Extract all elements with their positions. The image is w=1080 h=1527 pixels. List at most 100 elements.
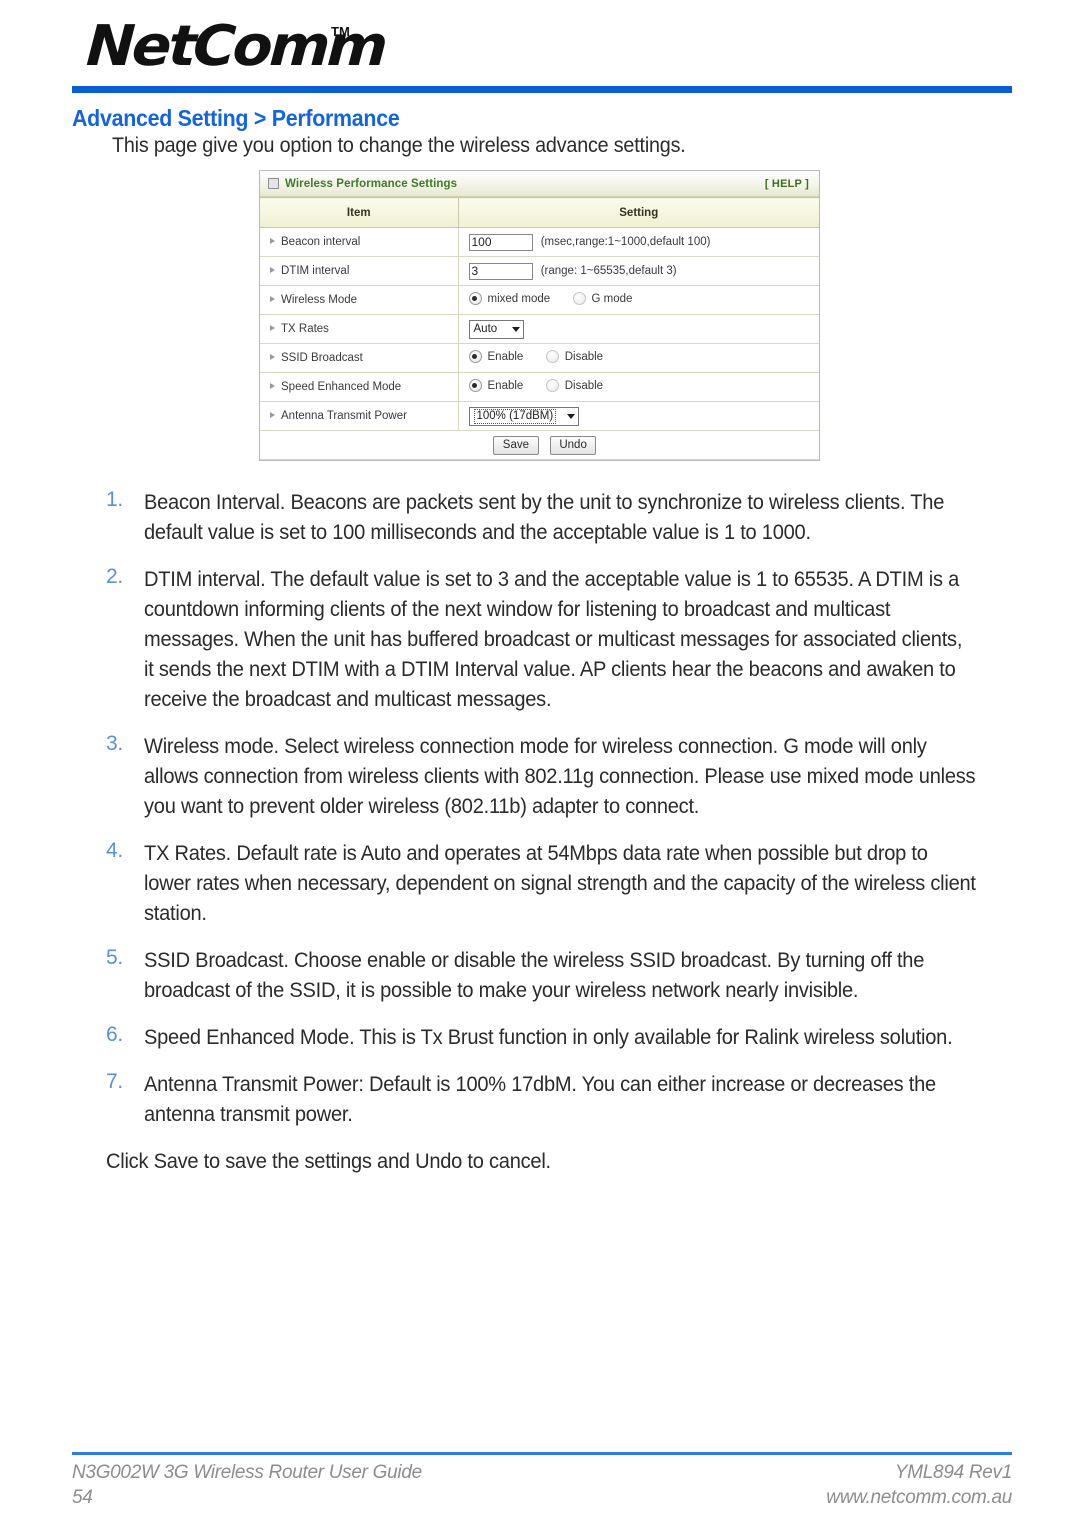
antenna-selected-value: 100% (17dBM) bbox=[473, 408, 557, 424]
page-title: Advanced Setting > Performance bbox=[72, 105, 400, 131]
row-label: Beacon interval bbox=[281, 236, 361, 248]
list-item: 3. Wireless mode. Select wireless connec… bbox=[106, 732, 1016, 822]
radio-option-g-mode[interactable]: G mode bbox=[572, 292, 633, 305]
wireless-performance-panel: Wireless Performance Settings [ HELP ] I… bbox=[259, 170, 820, 461]
row-value-cell: (range: 1~65535,default 3) bbox=[458, 256, 819, 286]
radio-option-speed-disable[interactable]: Disable bbox=[545, 379, 604, 392]
radio-option-mixed-mode[interactable]: mixed mode bbox=[468, 292, 550, 305]
logo-wordmark: NetComm bbox=[84, 14, 387, 79]
row-label-cell: Beacon interval bbox=[260, 227, 459, 257]
list-item-text: Beacon Interval. Beacons are packets sen… bbox=[144, 491, 945, 544]
row-value-cell: Auto bbox=[458, 314, 819, 344]
bullet-triangle-icon bbox=[270, 354, 275, 360]
list-item-text: Antenna Transmit Power: Default is 100% … bbox=[144, 1073, 936, 1126]
list-item: 7. Antenna Transmit Power: Default is 10… bbox=[106, 1070, 1016, 1130]
trademark-symbol: TM bbox=[331, 24, 350, 39]
antenna-transmit-power-select[interactable]: 100% (17dBM) bbox=[468, 406, 579, 426]
chevron-down-icon bbox=[566, 413, 575, 419]
row-label: SSID Broadcast bbox=[281, 352, 363, 364]
radio-icon-selected[interactable] bbox=[468, 292, 482, 305]
row-value-cell: Enable Disable bbox=[458, 372, 819, 402]
footer-guide-title: N3G002W 3G Wireless Router User Guide bbox=[72, 1462, 422, 1483]
undo-button[interactable]: Undo bbox=[550, 435, 597, 455]
bullet-triangle-icon bbox=[270, 383, 275, 389]
column-header-setting: Setting bbox=[458, 197, 819, 228]
list-item: 5. SSID Broadcast. Choose enable or disa… bbox=[106, 946, 1016, 1006]
footer-website: www.netcomm.com.au bbox=[826, 1487, 1012, 1508]
row-label: DTIM interval bbox=[281, 265, 350, 277]
bullet-triangle-icon bbox=[270, 412, 275, 418]
radio-label: Disable bbox=[564, 379, 604, 392]
netcomm-logo: NetComm TM bbox=[85, 14, 388, 80]
row-value-cell: 100% (17dBM) bbox=[458, 401, 819, 431]
row-beacon-interval: Beacon interval (msec,range:1~1000,defau… bbox=[260, 227, 819, 257]
list-item-text: TX Rates. Default rate is Auto and opera… bbox=[144, 842, 976, 925]
row-label-cell: TX Rates bbox=[260, 314, 459, 344]
radio-label: Enable bbox=[487, 379, 524, 392]
row-ssid-broadcast: SSID Broadcast Enable Disable bbox=[260, 343, 819, 373]
footer-page-number: 54 bbox=[72, 1487, 93, 1508]
panel-titlebar-left: Wireless Performance Settings bbox=[268, 178, 457, 190]
row-wireless-mode: Wireless Mode mixed mode G mode bbox=[260, 285, 819, 315]
radio-label: G mode bbox=[591, 292, 633, 305]
list-item-text: SSID Broadcast. Choose enable or disable… bbox=[144, 949, 925, 1002]
row-value-cell: mixed mode G mode bbox=[458, 285, 819, 315]
page-root: NetComm TM Advanced Setting > Performanc… bbox=[0, 0, 1080, 1527]
footer-divider bbox=[72, 1452, 1012, 1455]
radio-icon-unselected[interactable] bbox=[545, 379, 559, 392]
radio-option-ssid-enable[interactable]: Enable bbox=[468, 350, 524, 363]
radio-label: Enable bbox=[487, 350, 524, 363]
help-link[interactable]: [ HELP ] bbox=[765, 178, 809, 190]
list-item-text: DTIM interval. The default value is set … bbox=[144, 568, 963, 711]
footer-left: N3G002W 3G Wireless Router User Guide 54 bbox=[72, 1460, 422, 1510]
radio-icon-unselected[interactable] bbox=[572, 292, 586, 305]
bullet-triangle-icon bbox=[270, 238, 275, 244]
row-antenna-transmit-power: Antenna Transmit Power 100% (17dBM) bbox=[260, 401, 819, 431]
dtim-interval-hint: (range: 1~65535,default 3) bbox=[540, 265, 677, 277]
window-icon bbox=[268, 178, 279, 189]
bullet-triangle-icon bbox=[270, 267, 275, 273]
row-label: Wireless Mode bbox=[281, 294, 358, 306]
list-item: 2. DTIM interval. The default value is s… bbox=[106, 565, 1016, 715]
settings-table: Item Setting Beacon interval (msec,range… bbox=[260, 197, 819, 460]
list-item: 1. Beacon Interval. Beacons are packets … bbox=[106, 488, 1016, 548]
settings-table-header-row: Item Setting bbox=[260, 197, 819, 228]
save-button[interactable]: Save bbox=[492, 435, 539, 455]
tx-rates-selected-value: Auto bbox=[473, 323, 498, 335]
radio-icon-selected[interactable] bbox=[468, 379, 482, 392]
dtim-interval-input[interactable] bbox=[468, 262, 533, 280]
list-item-number: 4. bbox=[106, 839, 123, 862]
beacon-interval-input[interactable] bbox=[468, 233, 533, 251]
page-footer: N3G002W 3G Wireless Router User Guide 54… bbox=[72, 1460, 1012, 1510]
radio-icon-selected[interactable] bbox=[468, 350, 482, 363]
header-divider bbox=[72, 86, 1012, 93]
footer-revision: YML894 Rev1 bbox=[894, 1462, 1012, 1483]
list-item-text: Speed Enhanced Mode. This is Tx Brust fu… bbox=[144, 1026, 953, 1049]
row-value-cell: (msec,range:1~1000,default 100) bbox=[458, 227, 819, 257]
button-row-cell: Save Undo bbox=[260, 430, 819, 460]
row-value-cell: Enable Disable bbox=[458, 343, 819, 373]
beacon-interval-hint: (msec,range:1~1000,default 100) bbox=[540, 236, 711, 248]
row-label-cell: Antenna Transmit Power bbox=[260, 401, 459, 431]
chevron-down-icon bbox=[511, 326, 520, 332]
list-item-number: 7. bbox=[106, 1070, 123, 1093]
row-label: Speed Enhanced Mode bbox=[281, 381, 402, 393]
footer-right: YML894 Rev1 www.netcomm.com.au bbox=[826, 1460, 1012, 1510]
list-item: 4. TX Rates. Default rate is Auto and op… bbox=[106, 839, 1016, 929]
row-tx-rates: TX Rates Auto bbox=[260, 314, 819, 344]
list-item-number: 6. bbox=[106, 1023, 123, 1046]
row-speed-enhanced-mode: Speed Enhanced Mode Enable Disable bbox=[260, 372, 819, 402]
radio-option-ssid-disable[interactable]: Disable bbox=[545, 350, 603, 363]
row-dtim-interval: DTIM interval (range: 1~65535,default 3) bbox=[260, 256, 819, 286]
panel-titlebar: Wireless Performance Settings [ HELP ] bbox=[260, 171, 819, 197]
list-item-number: 1. bbox=[106, 488, 123, 511]
bullet-triangle-icon bbox=[270, 325, 275, 331]
panel-title: Wireless Performance Settings bbox=[285, 177, 458, 190]
radio-option-speed-enable[interactable]: Enable bbox=[468, 379, 524, 392]
bullet-triangle-icon bbox=[270, 296, 275, 302]
list-item: 6. Speed Enhanced Mode. This is Tx Brust… bbox=[106, 1023, 1016, 1053]
radio-icon-unselected[interactable] bbox=[545, 350, 559, 363]
row-label-cell: Wireless Mode bbox=[260, 285, 459, 315]
intro-text: This page give you option to change the … bbox=[112, 134, 686, 157]
tx-rates-select[interactable]: Auto bbox=[468, 319, 524, 339]
